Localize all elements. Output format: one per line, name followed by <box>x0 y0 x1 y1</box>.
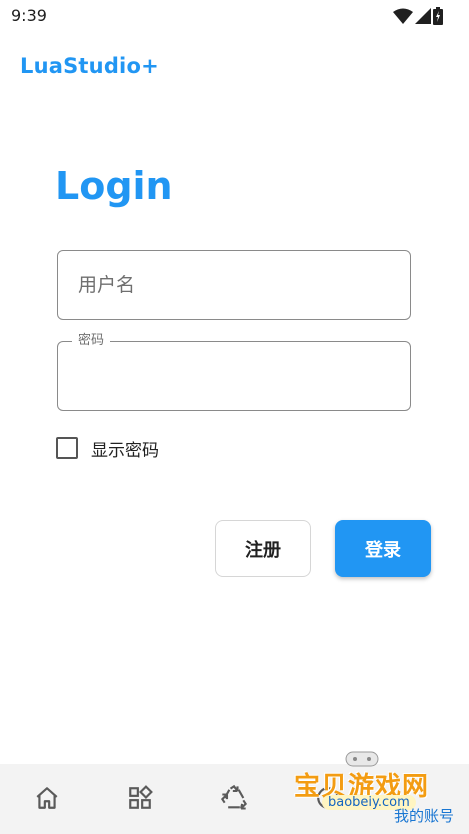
password-field[interactable]: 密码 <box>57 332 411 411</box>
show-password-toggle[interactable]: 显示密码 <box>56 436 159 461</box>
status-bar: 9:39 <box>0 0 469 32</box>
password-input[interactable] <box>58 342 410 410</box>
register-button[interactable]: 注册 <box>215 520 311 577</box>
wifi-icon <box>393 8 413 24</box>
watermark: 宝贝游戏网 baobeiy.com 我的账号 <box>286 748 466 832</box>
nav-item-apps[interactable] <box>124 782 156 814</box>
home-icon <box>36 787 58 809</box>
app-title: LuaStudio+ <box>20 54 159 78</box>
apps-icon <box>129 785 153 809</box>
gamepad-icon <box>345 751 379 767</box>
status-time: 9:39 <box>11 6 47 25</box>
recycle-icon <box>220 784 248 810</box>
username-field[interactable] <box>57 250 411 320</box>
username-input[interactable] <box>58 251 410 319</box>
login-button[interactable]: 登录 <box>335 520 431 577</box>
nav-item-recycle[interactable] <box>218 782 250 814</box>
login-heading: Login <box>55 164 173 208</box>
nav-item-home[interactable] <box>31 782 63 814</box>
signal-icon <box>415 8 431 24</box>
show-password-checkbox[interactable] <box>56 437 78 459</box>
battery-icon <box>433 7 443 25</box>
nav-item-account-label: 我的账号 <box>394 807 455 825</box>
status-icons <box>393 6 443 26</box>
show-password-label: 显示密码 <box>91 440 159 461</box>
